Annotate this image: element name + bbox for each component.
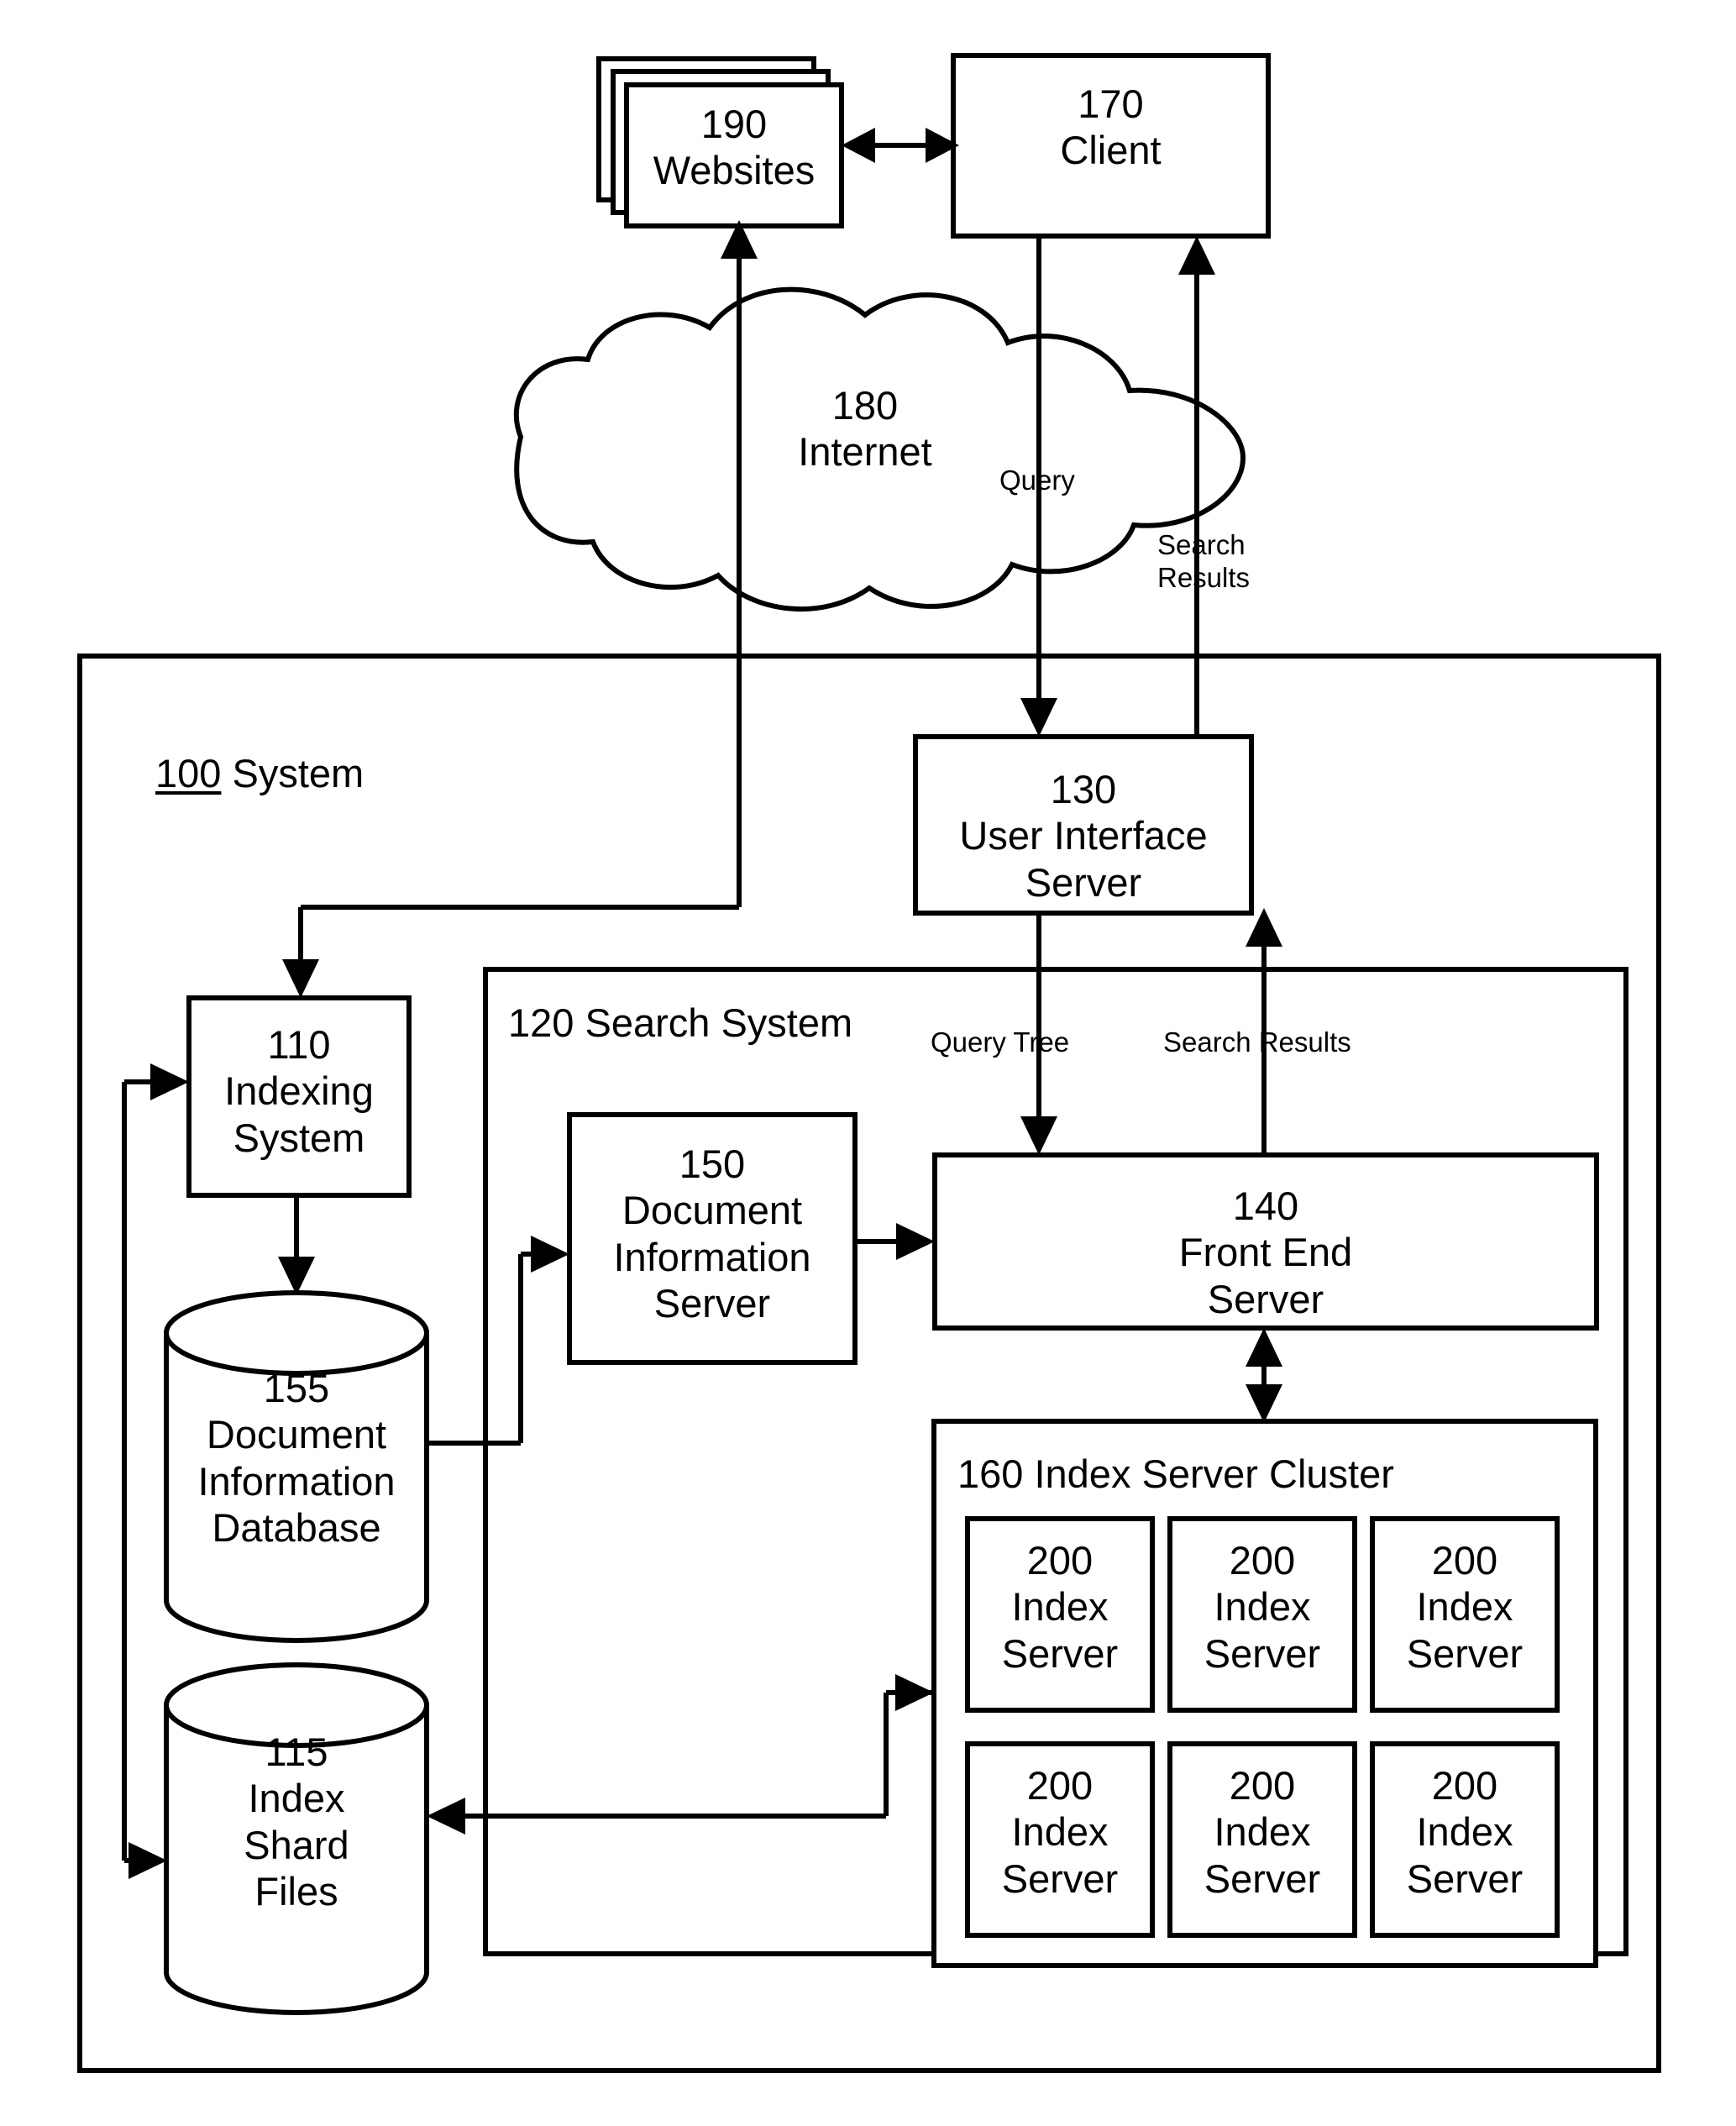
arrowhead-to-websites bbox=[842, 128, 875, 163]
index-shard-files-body bbox=[164, 1703, 429, 2015]
user-interface-server-box bbox=[913, 734, 1254, 916]
arrowhead-search-results-to-client bbox=[1178, 236, 1215, 275]
index-server-box-1 bbox=[965, 1516, 1155, 1713]
index-server-box-3 bbox=[1370, 1516, 1560, 1713]
front-end-server-box bbox=[932, 1152, 1599, 1331]
index-server-box-6 bbox=[1370, 1741, 1560, 1938]
doc-info-server-box bbox=[567, 1112, 858, 1365]
client-box bbox=[951, 53, 1271, 239]
index-server-box-2 bbox=[1167, 1516, 1357, 1713]
doc-info-db-body bbox=[164, 1331, 429, 1643]
index-server-box-5 bbox=[1167, 1741, 1357, 1938]
index-server-box-4 bbox=[965, 1741, 1155, 1938]
internet-cloud bbox=[513, 286, 1246, 612]
index-shard-files-top bbox=[164, 1662, 429, 1748]
diagram-canvas bbox=[77, 53, 1661, 2073]
websites-box bbox=[624, 82, 844, 228]
doc-info-db-top bbox=[164, 1290, 429, 1376]
indexing-system-box bbox=[186, 995, 412, 1198]
system-architecture-diagram: 190 Websites 170 Client 180 Internet 100… bbox=[0, 0, 1736, 2126]
